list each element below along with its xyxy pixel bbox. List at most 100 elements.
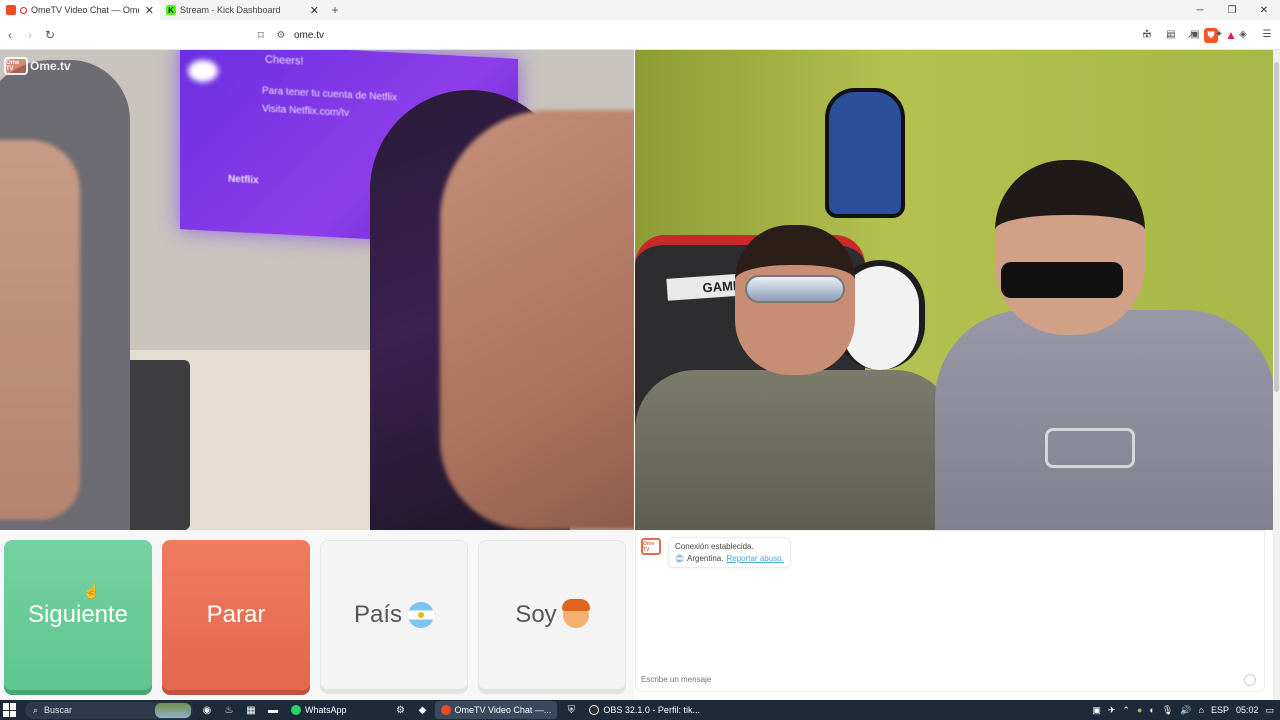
restore-icon[interactable]: ❐ <box>1216 0 1248 20</box>
taskbar-app-label: OmeTV Video Chat —... <box>454 705 552 715</box>
connection-status: Conexión establecida. <box>675 542 754 551</box>
taskbar-app-label: OBS 32.1.0 - Perfil: tik... <box>603 705 700 715</box>
app-icon[interactable]: ◆ <box>415 702 431 718</box>
recording-icon <box>20 6 27 14</box>
chat-message-input[interactable] <box>641 675 1241 684</box>
tv-text: Netflix <box>228 173 259 187</box>
emoji-icon[interactable] <box>1244 674 1256 686</box>
tv-text: Cheers! <box>265 53 304 68</box>
tray-app-icon[interactable]: ◐ <box>1149 705 1154 715</box>
sunglasses <box>1001 262 1123 298</box>
taskbar-app-whatsapp[interactable]: WhatsApp <box>285 701 353 719</box>
kick-favicon-icon: K <box>166 5 176 15</box>
search-highlight-image <box>155 702 191 718</box>
tray-chevron-icon[interactable]: ⌃ <box>1122 705 1130 716</box>
tab-title: OmeTV Video Chat — Omeg <box>31 5 139 15</box>
close-tab-icon[interactable]: ✕ <box>310 4 319 17</box>
address-bar[interactable]: ⌑ ⚙ ome.tv ▭ ⌕ ↗ ⛊ ▲ <box>250 24 1237 46</box>
tab-strip: OmeTV Video Chat — Omeg ✕ K Stream - Kic… <box>0 0 1280 20</box>
stop-button[interactable]: Parar <box>162 540 310 690</box>
forward-icon[interactable]: › <box>20 25 40 45</box>
stranger-video: Cheers! Para tener tu cuenta de Netflix … <box>0 50 634 530</box>
light-glare <box>188 60 218 82</box>
tab-kick[interactable]: K Stream - Kick Dashboard ✕ <box>160 0 325 20</box>
page-scrollbar[interactable] <box>1273 50 1280 700</box>
person-face <box>0 140 80 520</box>
ometv-logo: Ome TV Ome.tv <box>4 57 71 75</box>
ometv-chat-icon: Ome TV <box>641 538 661 555</box>
extensions-icon[interactable]: ✣ <box>1138 25 1156 43</box>
notifications-icon[interactable]: ▭ <box>1265 705 1274 716</box>
stranger-country: Argentina. <box>687 554 724 563</box>
person-hoodie <box>935 310 1273 530</box>
argentina-flag-icon <box>675 554 684 563</box>
shield-app-icon[interactable]: ⛨ <box>563 702 579 718</box>
system-message: Conexión establecida. Argentina. Reporta… <box>668 537 791 568</box>
steam-icon[interactable]: ♨ <box>221 702 237 718</box>
minimize-icon[interactable]: ─ <box>1184 0 1216 20</box>
person-face <box>440 110 634 530</box>
taskbar-app-ometv[interactable]: OmeTV Video Chat —... <box>434 701 558 719</box>
control-buttons: Siguiente Parar País Soy <box>0 530 634 700</box>
settings-icon[interactable]: ⚙ <box>393 702 409 718</box>
bookmark-icon[interactable]: ⌑ <box>250 29 272 42</box>
tray-app-icon[interactable]: ▣ <box>1092 705 1101 716</box>
leo-ai-icon[interactable]: ✦ <box>1210 25 1228 43</box>
next-button[interactable]: Siguiente <box>4 540 152 690</box>
stop-button-label: Parar <box>206 601 266 628</box>
volume-icon[interactable]: 🔊 <box>1180 705 1191 716</box>
ometv-logo-box: Ome TV <box>4 57 28 75</box>
person-head <box>995 160 1145 335</box>
url-text[interactable]: ome.tv <box>294 30 324 41</box>
gender-button-label: Soy <box>515 601 557 628</box>
reload-icon[interactable]: ↻ <box>40 25 60 45</box>
report-abuse-link[interactable]: Reportar abuso. <box>726 554 783 563</box>
self-video: GAME <box>635 50 1273 530</box>
backpack <box>825 88 905 218</box>
close-tab-icon[interactable]: ✕ <box>145 4 154 17</box>
search-icon: ⌕ <box>33 704 39 715</box>
gender-button[interactable]: Soy <box>478 540 626 690</box>
language-indicator[interactable]: ESP <box>1211 705 1229 715</box>
clock[interactable]: 05:02 <box>1236 705 1259 715</box>
sidebar-icon[interactable]: ▤ <box>1162 25 1180 43</box>
obs-icon <box>589 705 600 715</box>
taskbar-app-obs[interactable]: OBS 32.1.0 - Perfil: tik... <box>583 701 706 719</box>
vpn-icon[interactable]: ◈ <box>1234 25 1252 43</box>
new-tab-button[interactable]: + <box>325 0 345 20</box>
tab-title: Stream - Kick Dashboard <box>180 5 281 15</box>
search-placeholder: Buscar <box>44 705 73 715</box>
navigation-bar: ‹ › ↻ ⌑ ⚙ ome.tv ▭ ⌕ ↗ ⛊ ▲ ✣ ▤ ▣ ✦ ◈ ☰ <box>0 20 1280 50</box>
windows-start-icon[interactable] <box>3 703 17 717</box>
close-window-icon[interactable]: ✕ <box>1248 0 1280 20</box>
taskbar-search[interactable]: ⌕ Buscar <box>25 701 193 719</box>
tv-text: Para tener tu cuenta de Netflix <box>262 85 398 104</box>
task-view-icon[interactable]: ▦ <box>243 702 259 718</box>
tab-ometv[interactable]: OmeTV Video Chat — Omeg ✕ <box>0 0 160 20</box>
wallet-icon[interactable]: ▣ <box>1186 25 1204 43</box>
boy-face-icon <box>561 599 590 628</box>
tv-text: Visita Netflix.com/tv <box>262 103 350 120</box>
person-jacket <box>635 370 955 530</box>
chrome-icon[interactable]: ◉ <box>199 702 215 718</box>
network-icon[interactable]: ⌂ <box>1199 705 1204 715</box>
next-button-label: Siguiente <box>27 601 129 628</box>
mouse-cursor-icon: ☝ <box>83 583 101 599</box>
tray-app-icon[interactable]: ✈ <box>1108 705 1116 716</box>
site-settings-icon[interactable]: ⚙ <box>272 30 290 41</box>
taskbar-app-label: WhatsApp <box>305 705 347 715</box>
windows-taskbar: ⌕ Buscar ◉ ♨ ▦ ▬ WhatsApp ⚙ ◆ OmeTV Vide… <box>0 700 1280 720</box>
system-tray: ▣ ✈ ⌃ ● ◐ 🎙 🔊 ⌂ ESP 05:02 ▭ <box>1092 700 1280 720</box>
scrollbar-thumb[interactable] <box>1274 62 1279 392</box>
tray-app-icon[interactable]: ● <box>1137 705 1142 715</box>
microphone-icon[interactable]: 🎙 <box>1162 705 1173 716</box>
ometv-logo-text: Ome.tv <box>30 59 71 73</box>
country-button[interactable]: País <box>320 540 468 690</box>
sunglasses <box>745 275 845 303</box>
brave-favicon-icon <box>6 5 16 15</box>
back-icon[interactable]: ‹ <box>0 25 20 45</box>
hoodie-print <box>1045 428 1135 468</box>
file-explorer-icon[interactable]: ▬ <box>265 702 281 718</box>
window-controls: ─ ❐ ✕ <box>1184 0 1280 20</box>
menu-icon[interactable]: ☰ <box>1258 25 1276 43</box>
